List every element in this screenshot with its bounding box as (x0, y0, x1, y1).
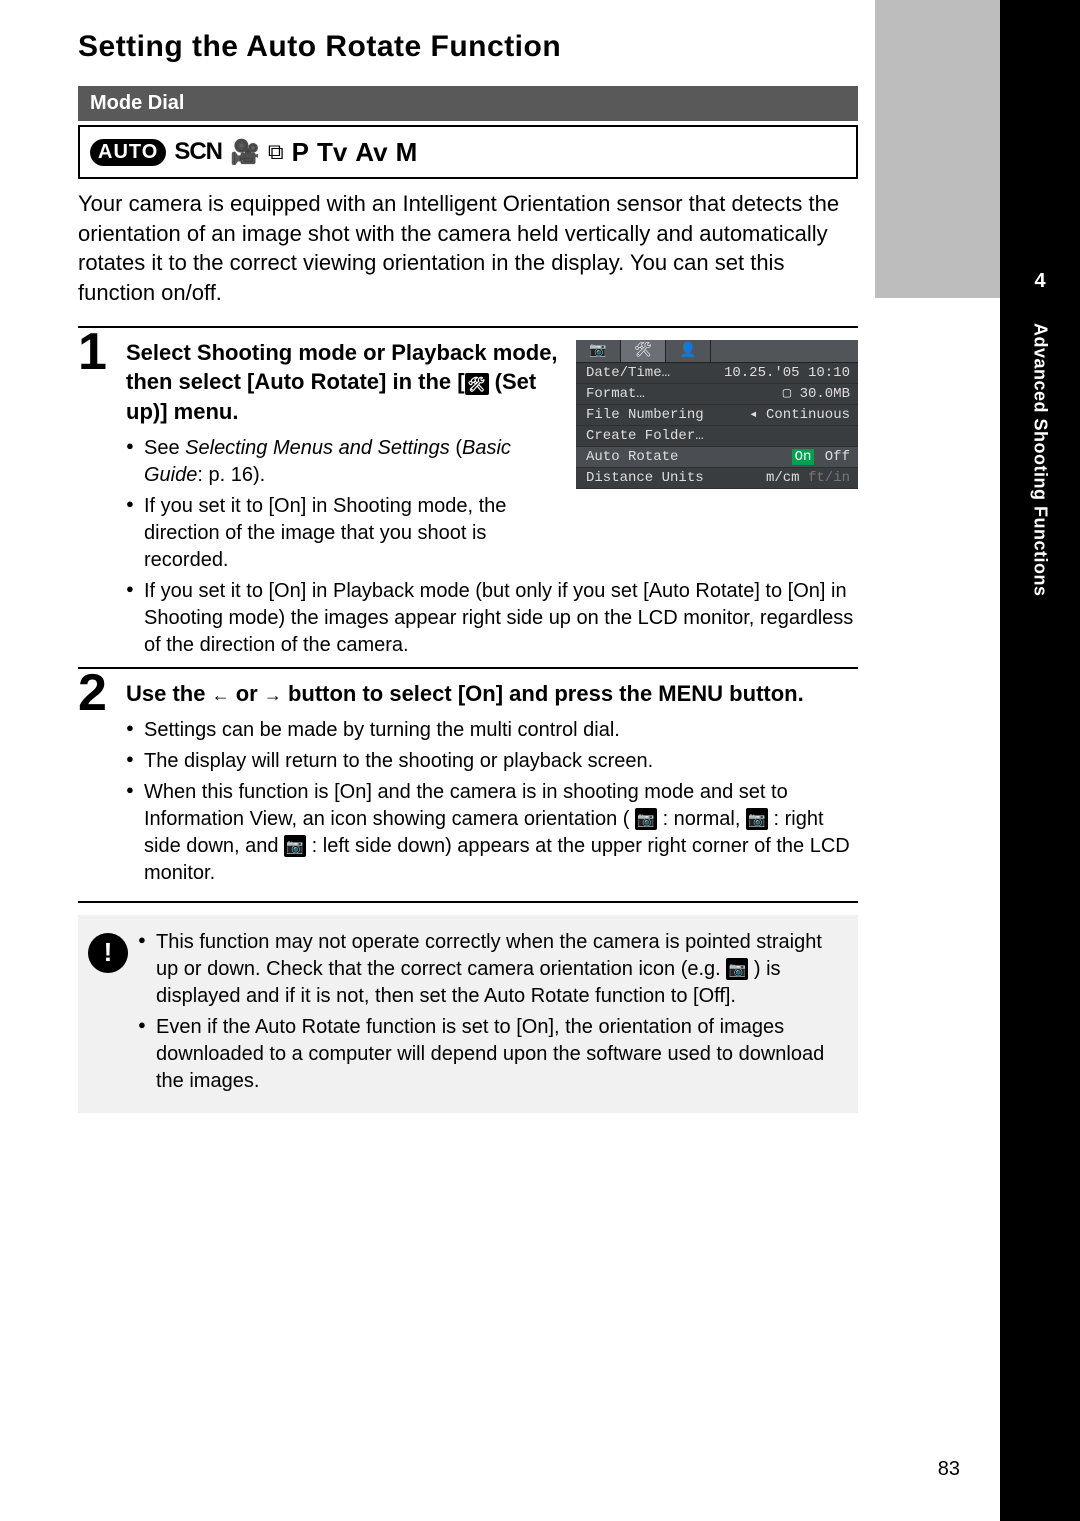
lcd-tab-camera-icon: 📷 (576, 340, 621, 362)
mode-scn-icon: SCN (174, 138, 222, 166)
lcd-row-label: Create Folder… (586, 428, 704, 444)
step-1-number: 1 (78, 326, 107, 378)
chapter-number: 4 (1000, 270, 1080, 293)
lcd-row-label: Date/Time… (586, 365, 670, 381)
lcd-row-value: 10.25.'05 10:10 (724, 365, 850, 381)
lcd-row-label: Format… (586, 386, 645, 402)
lcd-on-badge: On (792, 449, 815, 465)
step2-bullet-3: When this function is [On] and the camer… (126, 779, 858, 887)
lcd-row-label: Auto Rotate (586, 449, 678, 465)
left-arrow-icon: ← (212, 685, 230, 705)
lcd-tab-setup-icon: 🛠 (621, 340, 666, 362)
lcd-row-value: ▢ 30.0MB (783, 385, 850, 402)
lcd-tab-mycamera-icon: 👤 (666, 340, 711, 362)
mode-stitch-icon: ⧉ (268, 139, 284, 165)
step-1-heading: Select Shooting mode or Playback mode, t… (126, 338, 566, 427)
tools-icon: 🛠 (465, 373, 489, 395)
mode-dial-icons: AUTO SCN 🎥 ⧉ P Tv Av M (78, 125, 858, 179)
mode-m-icon: M (396, 137, 418, 168)
lcd-row-label: File Numbering (586, 407, 704, 423)
important-note: ! This function may not operate correctl… (78, 915, 858, 1113)
step1-bullet-1: See Selecting Menus and Settings (Basic … (126, 435, 566, 489)
step1-bullet-3: If you set it to [On] in Playback mode (… (126, 578, 858, 659)
gray-block (875, 0, 1000, 298)
step2-bullet-1: Settings can be made by turning the mult… (126, 717, 858, 744)
lcd-menu-screenshot: 📷 🛠 👤 Date/Time… 10.25.'05 10:10 Format… ▢… (576, 340, 858, 489)
camera-left-icon: 📷 (284, 835, 306, 857)
mode-av-icon: Av (355, 137, 387, 168)
step2-bullet-2: The display will return to the shooting … (126, 748, 858, 775)
mode-auto-icon: AUTO (90, 139, 166, 166)
mode-movie-icon: 🎥 (230, 138, 260, 167)
page-number: 83 (938, 1458, 960, 1481)
step1-bullet-2: If you set it to [On] in Shooting mode, … (126, 493, 566, 574)
camera-icon: 📷 (726, 958, 748, 980)
camera-normal-icon: 📷 (635, 808, 657, 830)
lcd-row-value: ◂ Continuous (749, 406, 850, 423)
intro-text: Your camera is equipped with an Intellig… (78, 189, 858, 308)
chapter-side-tab: 4 Advanced Shooting Functions (1000, 0, 1080, 1521)
lcd-row-label: Distance Units (586, 470, 704, 486)
camera-right-icon: 📷 (746, 808, 768, 830)
important-icon: ! (88, 933, 128, 973)
step-2: 2 Use the ← or → button to select [On] a… (78, 667, 858, 887)
step-1: 1 Select Shooting mode or Playback mode,… (78, 326, 858, 659)
mode-dial-header: Mode Dial (78, 86, 858, 121)
chapter-label: Advanced Shooting Functions (1030, 323, 1051, 597)
note-bullet-1: This function may not operate correctly … (138, 929, 848, 1010)
page-title: Setting the Auto Rotate Function (78, 30, 860, 64)
right-arrow-icon: → (264, 685, 282, 705)
step-2-heading: Use the ← or → button to select [On] and… (126, 679, 858, 709)
mode-tv-icon: Tv (317, 137, 347, 168)
step-2-number: 2 (78, 667, 107, 719)
note-bullet-2: Even if the Auto Rotate function is set … (138, 1014, 848, 1095)
mode-p-icon: P (292, 137, 309, 168)
